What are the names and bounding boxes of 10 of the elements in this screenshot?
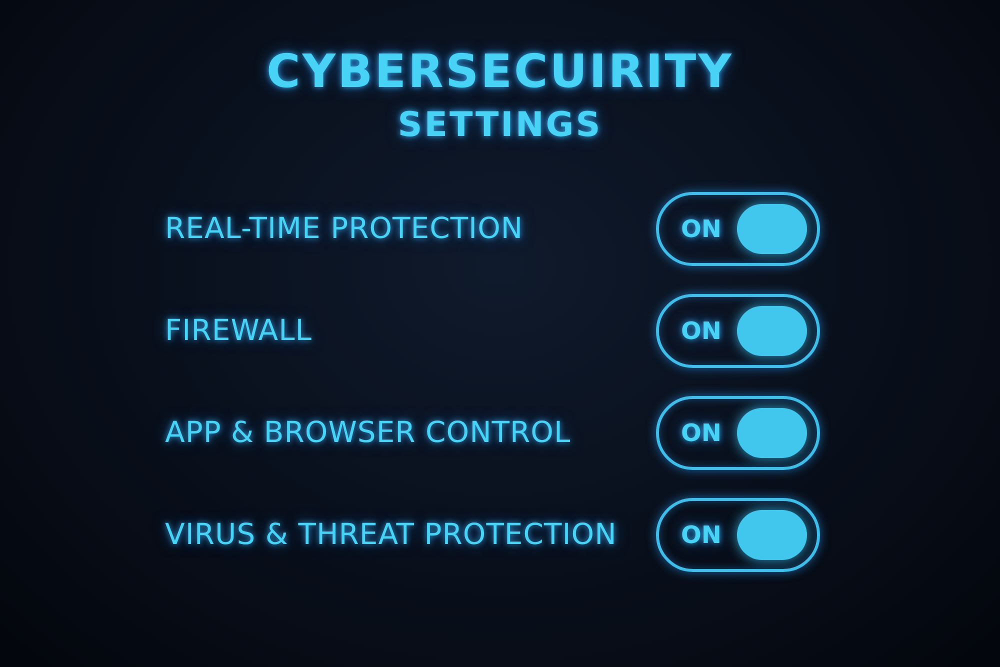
page-title: CYBERSECUIRITY (266, 46, 734, 97)
setting-label: REAL-TIME PROTECTION (165, 210, 524, 248)
setting-label: VIRUS & THREAT PROTECTION (165, 516, 617, 554)
toggle-switch[interactable]: ON (656, 498, 820, 572)
toggle-switch[interactable]: ON (656, 396, 820, 470)
setting-label: APP & BROWSER CONTROL (165, 414, 571, 452)
setting-label: FIREWALL (165, 312, 312, 350)
page-subtitle: SETTINGS (398, 106, 602, 144)
toggle-switch[interactable]: ON (656, 192, 820, 266)
toggle-switch[interactable]: ON (656, 294, 820, 368)
